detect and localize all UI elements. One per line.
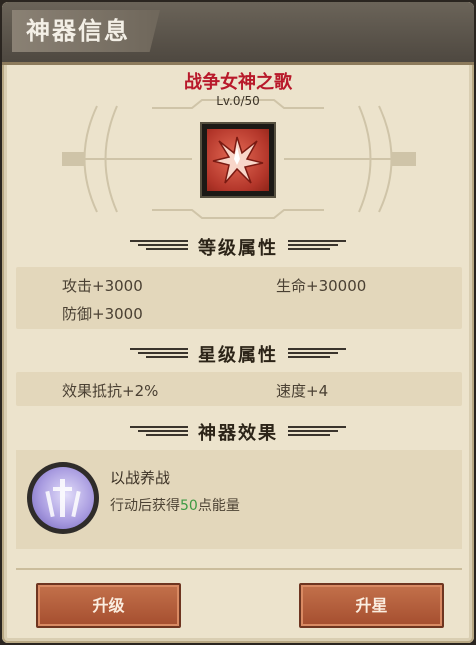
panel-header: 神器信息 bbox=[2, 2, 474, 65]
artifact-info-panel: 神器信息 战争女神之歌 Lv.0/50 等级属性 攻击+3000 生命+3000… bbox=[2, 2, 474, 643]
attr-attack: 攻击+3000 bbox=[62, 277, 143, 295]
star-attrs-box: 效果抵抗+2% 速度+4 bbox=[16, 372, 462, 406]
section-title-level-attrs: 等级属性 bbox=[198, 238, 278, 259]
red-flame-crystal-icon bbox=[207, 129, 269, 191]
attr-hp: 生命+30000 bbox=[276, 277, 367, 295]
artifact-icon[interactable] bbox=[200, 122, 276, 198]
effect-name: 以战养战 bbox=[110, 469, 171, 487]
effect-value: 50 bbox=[180, 498, 198, 514]
attr-effect-resist: 效果抵抗+2% bbox=[62, 382, 159, 400]
upgrade-button[interactable]: 升级 bbox=[36, 583, 181, 628]
section-title-effect: 神器效果 bbox=[198, 423, 278, 444]
artifact-name: 战争女神之歌 bbox=[184, 72, 292, 93]
page-title: 神器信息 bbox=[12, 10, 160, 52]
purple-swords-icon bbox=[32, 467, 94, 529]
attr-defense: 防御+3000 bbox=[62, 305, 143, 323]
star-up-button[interactable]: 升星 bbox=[299, 583, 444, 628]
effect-skill-icon[interactable] bbox=[27, 462, 99, 534]
effect-description: 行动后获得50点能量 bbox=[110, 498, 240, 514]
section-title-star-attrs: 星级属性 bbox=[198, 345, 278, 366]
artifact-level: Lv.0/50 bbox=[216, 94, 260, 108]
footer-divider bbox=[16, 568, 462, 570]
attr-speed: 速度+4 bbox=[276, 382, 329, 400]
level-attrs-box: 攻击+3000 生命+30000 防御+3000 bbox=[16, 267, 462, 329]
